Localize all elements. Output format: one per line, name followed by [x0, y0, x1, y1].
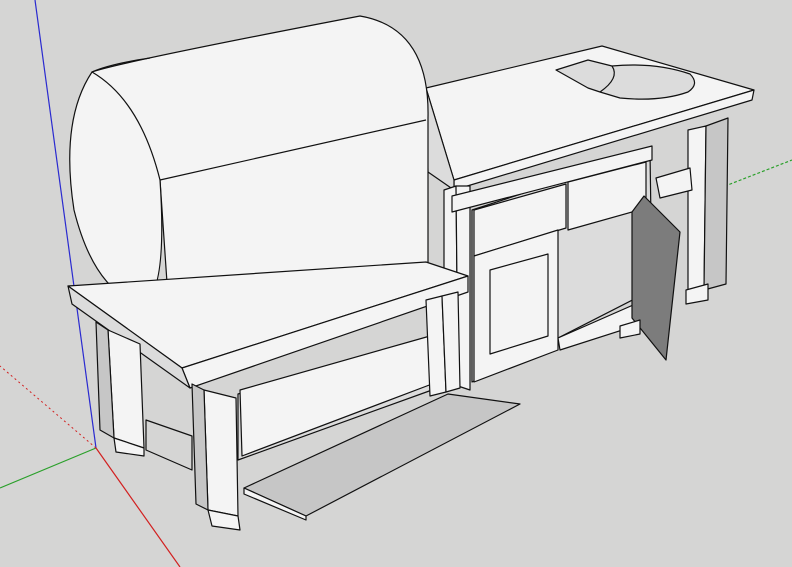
3d-viewport[interactable]	[0, 0, 792, 567]
green-axis-solid	[0, 447, 97, 489]
right-cabinet[interactable]	[425, 45, 755, 391]
red-axis-dashed	[0, 365, 97, 449]
left-door-panel	[489, 253, 549, 355]
model-canvas[interactable]	[0, 0, 792, 567]
right-post-back	[687, 125, 707, 295]
right-post-back-b	[703, 117, 729, 291]
accent-board	[145, 419, 193, 471]
red-axis-solid	[95, 447, 181, 567]
right-side-shelf	[655, 167, 693, 199]
open-cabinet-door	[631, 195, 681, 361]
green-axis-dashed	[719, 159, 792, 189]
left-post-front	[203, 389, 239, 517]
